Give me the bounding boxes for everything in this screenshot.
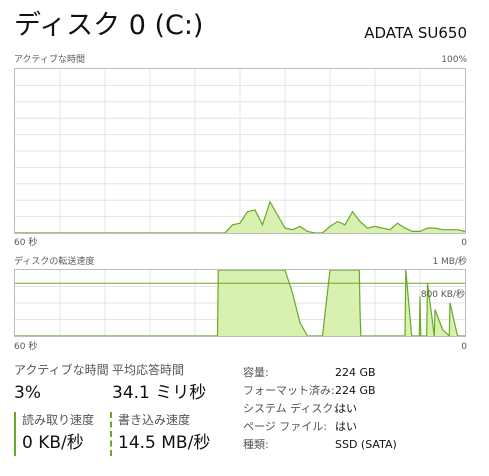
write-speed-label: 書き込み速度	[118, 413, 191, 427]
transfer-rate-graph-label: ディスクの転送速度	[14, 257, 95, 267]
capacity-value: 224 GB	[335, 366, 376, 379]
disk-stats: アクティブな時間 3% 平均応答時間 34.1 ミリ秒 読み取り速度 0 KB/…	[14, 360, 484, 476]
avg-response-value: 34.1 ミリ秒	[112, 383, 207, 403]
type-value: SSD (SATA)	[335, 438, 397, 451]
transfer-rate-graph	[14, 269, 466, 337]
active-time-axis-right: 0	[461, 238, 467, 248]
transfer-rate-marker-label: 800 KB/秒	[420, 290, 465, 300]
active-time-stat-value: 3%	[14, 383, 41, 403]
system-disk-value: はい	[335, 402, 357, 415]
active-time-chart	[15, 69, 465, 233]
write-speed-indicator	[110, 412, 112, 456]
active-time-graph-label: アクティブな時間	[14, 55, 86, 65]
disk-model: ADATA SU650	[364, 24, 467, 42]
type-label: 種類:	[243, 438, 269, 451]
active-time-max-label: 100%	[441, 55, 467, 65]
capacity-label: 容量:	[243, 366, 269, 379]
read-speed-label: 読み取り速度	[22, 413, 95, 427]
write-speed-value: 14.5 MB/秒	[118, 433, 211, 453]
transfer-rate-axis-right: 0	[461, 342, 467, 352]
active-time-axis-left: 60 秒	[14, 238, 38, 248]
disk-performance-panel: ディスク 0 (C:) ADATA SU650 アクティブな時間 100% 60…	[0, 0, 489, 476]
read-speed-value: 0 KB/秒	[22, 433, 84, 453]
active-time-stat-label: アクティブな時間	[14, 363, 109, 377]
system-disk-label: システム ディスク:	[243, 402, 338, 415]
page-file-label: ページ ファイル:	[243, 420, 327, 433]
formatted-value: 224 GB	[335, 384, 376, 397]
transfer-rate-max-label: 1 MB/秒	[432, 257, 467, 267]
transfer-rate-axis-left: 60 秒	[14, 342, 38, 352]
read-speed-indicator	[14, 412, 16, 456]
avg-response-label: 平均応答時間	[112, 363, 185, 377]
page-file-value: はい	[335, 420, 357, 433]
disk-title: ディスク 0 (C:)	[14, 10, 204, 41]
formatted-label: フォーマット済み:	[243, 384, 335, 397]
transfer-rate-chart	[15, 270, 465, 336]
active-time-graph	[14, 68, 466, 234]
